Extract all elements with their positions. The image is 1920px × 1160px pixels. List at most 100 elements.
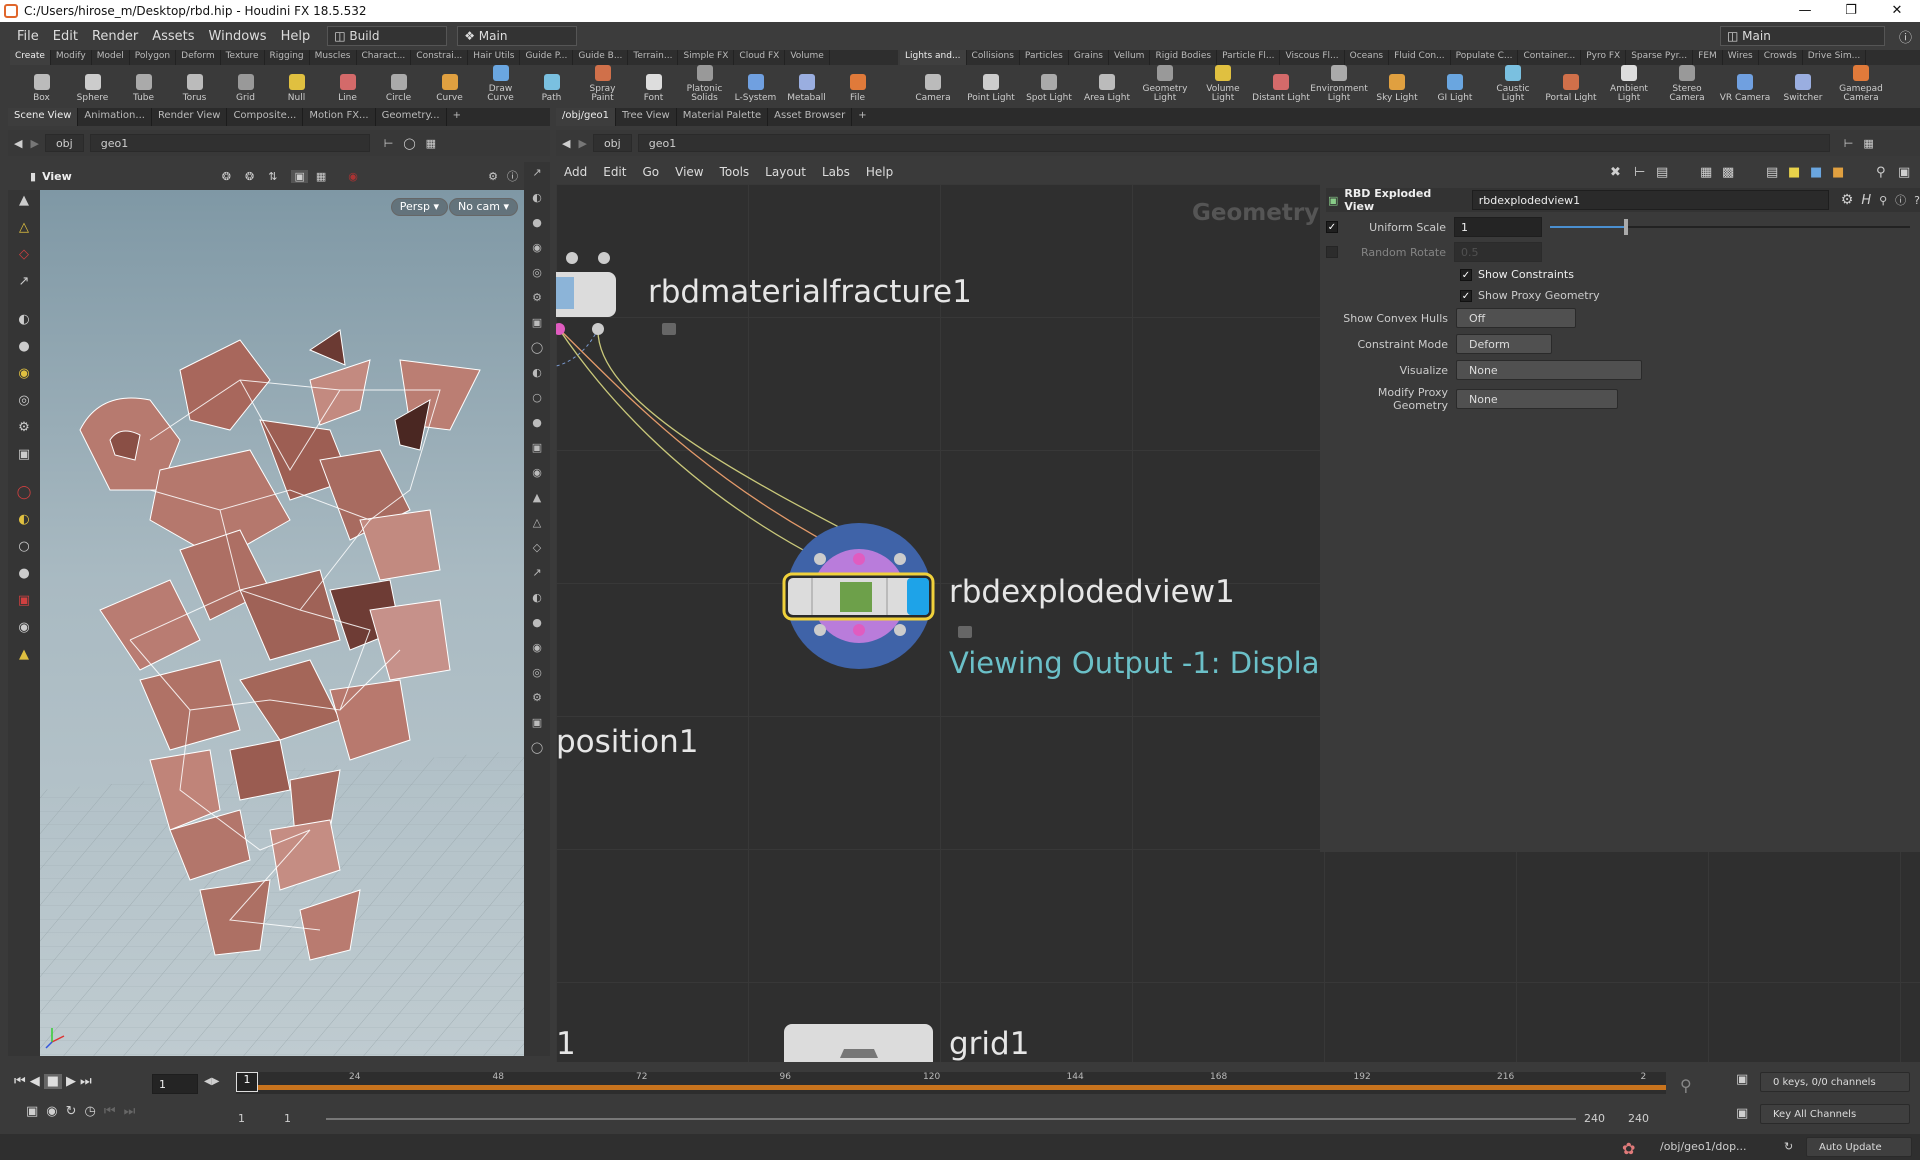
auto-update-menu[interactable]: Auto Update [1806,1137,1912,1157]
pane-tab[interactable]: Geometry... [376,108,447,126]
shelf-tab[interactable]: Modify [51,50,92,65]
add-tab-icon[interactable]: + [852,108,872,126]
display-option-icon[interactable]: ↗ [524,166,550,187]
jump-end-icon[interactable]: ⏭ [80,1074,92,1089]
shelf-tab[interactable]: Guide B... [573,50,629,65]
add-tab-icon[interactable]: + [447,108,467,126]
display-option-icon[interactable]: ◐ [524,366,550,387]
input-port[interactable] [853,553,865,565]
help-icon[interactable]: ⓘ [1899,27,1912,46]
shelf-tab[interactable]: Model [92,50,130,65]
scene-viewport[interactable]: Persp ▾ No cam ▾ [40,190,524,1056]
convex-hulls-menu[interactable]: Off [1456,308,1576,328]
next-key-icon[interactable]: ⏭ [124,1104,136,1119]
display-option-icon[interactable]: ◐ [524,591,550,612]
wrench-icon[interactable]: ✖ [1610,165,1621,180]
shelf-tab[interactable]: Particle Fl... [1217,50,1281,65]
shelf-tool[interactable]: Caustic Light [1484,65,1542,106]
display-option-icon[interactable]: ● [524,416,550,437]
start-frame-field[interactable]: 1 [238,1112,245,1125]
display-option-icon[interactable]: ⚙ [524,691,550,712]
quickmark-icon[interactable]: ▤ [1766,165,1778,180]
shelf-tool[interactable]: Switcher [1774,74,1832,106]
viewport-tool-icon[interactable]: ❂ [245,170,254,183]
input-port[interactable] [566,252,578,264]
shelf-tool[interactable]: Volume Light [1194,65,1252,106]
display-option-icon[interactable]: ▣ [524,316,550,337]
shelf-tab[interactable]: Create [10,50,51,65]
shelf-tool[interactable]: Null [271,74,322,106]
viewport-tool-icon[interactable]: ● [8,566,40,590]
play-icon[interactable]: ▶ [66,1074,76,1089]
channels-icon[interactable]: ▣ [1736,1072,1748,1087]
pane-tab[interactable]: Composite... [227,108,304,126]
display-option-icon[interactable]: ◎ [524,666,550,687]
shelf-tab[interactable]: Rigid Bodies [1150,50,1218,65]
shelf-tool[interactable]: Sphere [67,74,118,106]
shelf-tool[interactable]: Path [526,74,577,106]
pane-tab[interactable]: Animation... [78,108,152,126]
link-icon[interactable]: ◯ [403,137,415,150]
node-label-rbdmaterialfracture[interactable]: rbdmaterialfracture1 [648,274,972,310]
viewport-tool-icon[interactable]: ▲ [8,647,40,671]
shelf-tool[interactable]: Camera [904,74,962,106]
settings-icon[interactable]: ⚙ [488,170,498,183]
layout-icon[interactable]: ▦ [426,137,436,150]
menu-windows[interactable]: Windows [202,29,274,44]
persp-menu[interactable]: Persp ▾ [390,198,448,216]
tree-icon[interactable]: ⊢ [1634,165,1645,180]
close-icon[interactable]: ✕ [1874,0,1920,22]
net-menu-help[interactable]: Help [858,165,901,179]
back-icon[interactable]: ◀ [562,137,570,150]
display-option-icon[interactable]: ▣ [524,716,550,737]
display-option-icon[interactable]: ◎ [524,266,550,287]
output-port[interactable] [592,323,604,335]
shelf-tab[interactable]: Vellum [1109,50,1151,65]
viewport-tool-icon[interactable]: ◉ [348,170,358,183]
output-port[interactable] [814,624,826,636]
shelf-tool[interactable]: Torus [169,74,220,106]
shelf-tab[interactable]: Grains [1069,50,1109,65]
step-icons[interactable]: ◀▶ [204,1076,219,1087]
pane-tab[interactable]: Scene View [8,108,79,126]
shelf-tab[interactable]: Drive Sim... [1803,50,1867,65]
shelf-tab[interactable]: Sparse Pyr... [1626,50,1694,65]
shelf-tool[interactable]: GI Light [1426,74,1484,106]
viewport-tool-icon[interactable]: ○ [8,539,40,563]
shelf-tab[interactable]: Guide P... [520,50,574,65]
realtime-icon[interactable]: ▣ [26,1104,38,1119]
loop-icon[interactable]: ↻ [66,1104,77,1119]
shelf-tab[interactable]: Texture [221,50,265,65]
shelf-tab[interactable]: Terrain... [628,50,679,65]
shelf-tab[interactable]: Particles [1020,50,1069,65]
stop-icon[interactable]: ■ [43,1074,62,1089]
pane-tab[interactable]: Material Palette [677,108,769,126]
viewport-tool-icon[interactable]: ▲ [8,193,40,217]
net-menu-labs[interactable]: Labs [814,165,858,179]
display-option-icon[interactable]: ● [524,216,550,237]
viewport-tool-icon[interactable]: ▣ [8,593,40,617]
shelf-tab[interactable]: Charact... [357,50,412,65]
shelf-tool[interactable]: Spray Paint [577,65,628,106]
uniform-scale-slider[interactable] [1550,217,1910,237]
output-port[interactable] [894,624,906,636]
pane-tab[interactable]: Asset Browser [768,108,853,126]
refresh-icon[interactable]: ↻ [1784,1140,1793,1153]
shelf-tab[interactable]: Polygon [130,50,177,65]
path-obj[interactable]: obj [592,134,632,152]
key-icon[interactable]: ▣ [1736,1106,1748,1121]
status-path[interactable]: /obj/geo1/dop... [1660,1140,1747,1153]
uniform-scale-toggle[interactable]: ✓ [1326,221,1338,233]
uniform-scale-field[interactable]: 1 [1454,217,1542,237]
grid-view-icon[interactable]: ▦ [1700,165,1712,180]
shelf-tab[interactable]: Cloud FX [734,50,786,65]
help-icon[interactable]: ⓘ [507,168,518,184]
shelf-tab[interactable]: Simple FX [678,50,735,65]
viewport-tool-icon[interactable]: ⚙ [8,420,40,444]
viewport-tool-icon[interactable]: ◐ [8,312,40,336]
net-menu-edit[interactable]: Edit [595,165,634,179]
display-option-icon[interactable]: ◉ [524,241,550,262]
display-option-icon[interactable]: ◇ [524,541,550,562]
viewport-tool-icon[interactable]: ◎ [8,393,40,417]
modify-proxy-menu[interactable]: None [1456,389,1618,409]
